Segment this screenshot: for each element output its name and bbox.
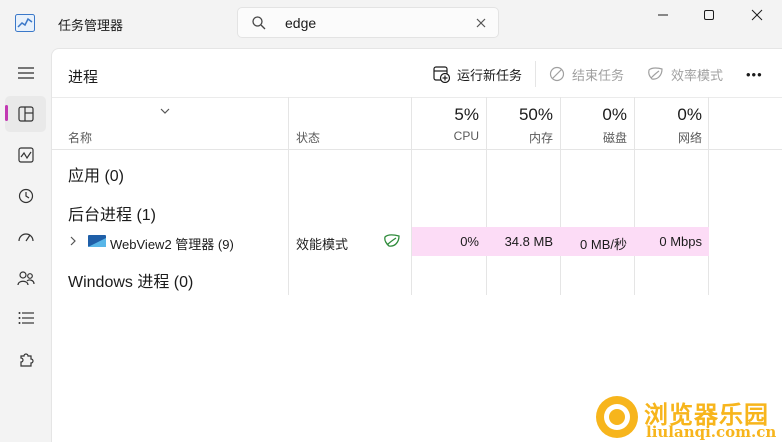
nav-item-app-history[interactable] xyxy=(5,178,46,214)
main-panel: 进程 运行新任务 结束任务 效率模式 ••• 名称 状态 5% CPU 50% … xyxy=(51,48,782,442)
history-icon xyxy=(18,188,33,204)
watermark-badge-icon xyxy=(596,396,638,438)
process-disk: 0 MB/秒 xyxy=(580,237,627,252)
column-header-name[interactable]: 名称 xyxy=(68,129,92,146)
column-divider xyxy=(634,97,635,295)
network-label: 网络 xyxy=(677,131,702,145)
efficiency-leaf-icon xyxy=(648,67,663,80)
run-new-task-button[interactable]: 运行新任务 xyxy=(433,61,522,87)
efficiency-mode-button[interactable]: 效率模式 xyxy=(647,61,723,87)
run-task-icon xyxy=(433,65,450,83)
nav-menu-button[interactable] xyxy=(5,55,46,91)
disk-total: 0% xyxy=(602,105,627,124)
process-network: 0 Mbps xyxy=(659,234,702,249)
processes-icon xyxy=(17,106,34,122)
page-title: 进程 xyxy=(68,69,99,86)
column-header-status[interactable]: 状态 xyxy=(296,129,320,146)
nav-item-services[interactable] xyxy=(5,341,46,377)
toolbar-separator xyxy=(52,97,782,98)
expand-chevron-icon[interactable] xyxy=(69,236,77,246)
process-cpu: 0% xyxy=(460,234,479,249)
nav-item-performance[interactable] xyxy=(5,137,46,173)
nav-item-processes[interactable] xyxy=(5,96,46,132)
end-task-button[interactable]: 结束任务 xyxy=(549,61,624,87)
startup-gauge-icon xyxy=(17,233,34,242)
group-windows: Windows 进程 (0) xyxy=(68,274,194,291)
search-input[interactable]: edge xyxy=(237,7,499,38)
nav-item-startup-apps[interactable] xyxy=(5,219,46,255)
column-divider xyxy=(486,97,487,295)
column-divider xyxy=(560,97,561,295)
maximize-button[interactable] xyxy=(686,0,732,30)
memory-label: 内存 xyxy=(528,131,553,145)
process-name: WebView2 管理器 (9) xyxy=(110,237,234,252)
cpu-total: 5% xyxy=(454,105,479,124)
sort-chevron-icon[interactable] xyxy=(159,103,171,118)
column-divider xyxy=(288,97,289,295)
disk-label: 磁盘 xyxy=(602,131,627,145)
watermark-logo: 浏览器乐园 liulanqi.com.cn xyxy=(592,392,782,442)
details-list-icon xyxy=(18,312,34,324)
active-indicator xyxy=(5,105,8,121)
close-button[interactable] xyxy=(734,0,780,30)
efficiency-mode-label: 效率模式 xyxy=(671,67,724,83)
minimize-icon xyxy=(658,14,668,16)
efficiency-leaf-icon xyxy=(384,234,400,247)
end-task-icon xyxy=(549,66,565,82)
maximize-icon xyxy=(704,10,714,20)
group-apps: 应用 (0) xyxy=(68,168,125,185)
memory-total: 50% xyxy=(518,105,553,124)
watermark-url: liulanqi.com.cn xyxy=(646,423,777,441)
end-task-label: 结束任务 xyxy=(572,67,625,83)
group-background: 后台进程 (1) xyxy=(68,207,157,224)
nav-item-users[interactable] xyxy=(5,260,46,296)
toolbar-divider xyxy=(535,61,536,87)
title-bar: 任务管理器 edge xyxy=(0,0,782,48)
column-divider xyxy=(411,97,412,295)
performance-icon xyxy=(17,147,34,163)
task-manager-icon xyxy=(15,14,35,32)
column-divider xyxy=(708,97,709,295)
process-memory: 34.8 MB xyxy=(504,234,553,249)
run-new-task-label: 运行新任务 xyxy=(457,67,523,83)
search-value[interactable]: edge xyxy=(285,15,316,31)
cpu-label: CPU xyxy=(453,129,479,143)
table-header-separator xyxy=(52,149,782,150)
users-icon xyxy=(16,271,35,286)
network-total: 0% xyxy=(677,105,702,124)
app-title: 任务管理器 xyxy=(58,18,124,33)
hamburger-icon xyxy=(17,67,34,79)
clear-search-icon[interactable] xyxy=(474,16,488,30)
nav-item-details[interactable] xyxy=(5,300,46,336)
services-puzzle-icon xyxy=(19,353,34,367)
process-status: 效能模式 xyxy=(296,237,349,252)
webview2-icon xyxy=(88,235,106,247)
close-icon xyxy=(751,9,763,21)
search-icon xyxy=(251,15,267,31)
more-options-button[interactable]: ••• xyxy=(746,61,763,87)
minimize-button[interactable] xyxy=(640,0,686,30)
